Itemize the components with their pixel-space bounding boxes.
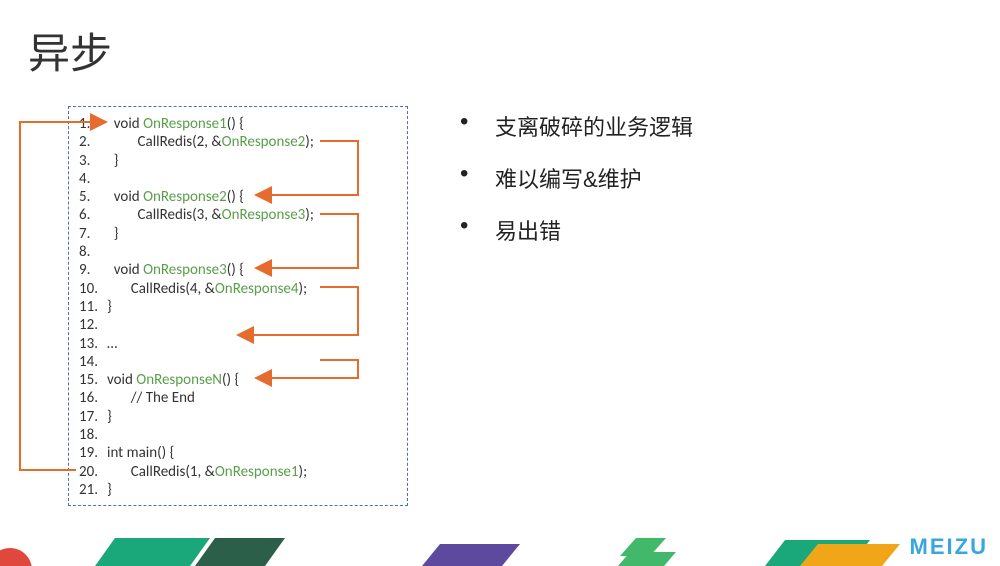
code-line: 4. bbox=[79, 170, 397, 188]
code-line: 18. bbox=[79, 426, 397, 444]
code-line: 17.} bbox=[79, 408, 397, 426]
slide-title: 异步 bbox=[28, 20, 112, 81]
code-line: 20. CallRedis(1, &OnResponse1); bbox=[79, 463, 397, 481]
code-line: 6. CallRedis(3, &OnResponse3); bbox=[79, 206, 397, 224]
code-line: 8. bbox=[79, 243, 397, 261]
code-line: 9. void OnResponse3() { bbox=[79, 261, 397, 279]
code-line: 2. CallRedis(2, &OnResponse2); bbox=[79, 133, 397, 151]
code-line: 15.void OnResponseN() { bbox=[79, 371, 397, 389]
code-line: 10. CallRedis(4, &OnResponse4); bbox=[79, 280, 397, 298]
bullet-item: 支离破碎的业务逻辑 bbox=[450, 110, 693, 142]
code-line: 11.} bbox=[79, 298, 397, 316]
code-line: 5. void OnResponse2() { bbox=[79, 188, 397, 206]
code-line: 14. bbox=[79, 353, 397, 371]
footer-decoration bbox=[0, 526, 1000, 566]
code-line: 7. } bbox=[79, 225, 397, 243]
bullet-list: 支离破碎的业务逻辑难以编写&维护易出错 bbox=[450, 110, 693, 266]
code-block: 1. void OnResponse1() {2. CallRedis(2, &… bbox=[68, 106, 408, 506]
code-line: 1. void OnResponse1() { bbox=[79, 115, 397, 133]
code-line: 21.} bbox=[79, 481, 397, 499]
code-line: 12. bbox=[79, 316, 397, 334]
code-line: 13.… bbox=[79, 335, 397, 353]
code-line: 3. } bbox=[79, 152, 397, 170]
bullet-item: 易出错 bbox=[450, 214, 693, 246]
code-line: 16. // The End bbox=[79, 389, 397, 407]
bullet-item: 难以编写&维护 bbox=[450, 162, 693, 194]
brand-logo: MEIZU bbox=[910, 534, 988, 560]
code-line: 19.int main() { bbox=[79, 444, 397, 462]
